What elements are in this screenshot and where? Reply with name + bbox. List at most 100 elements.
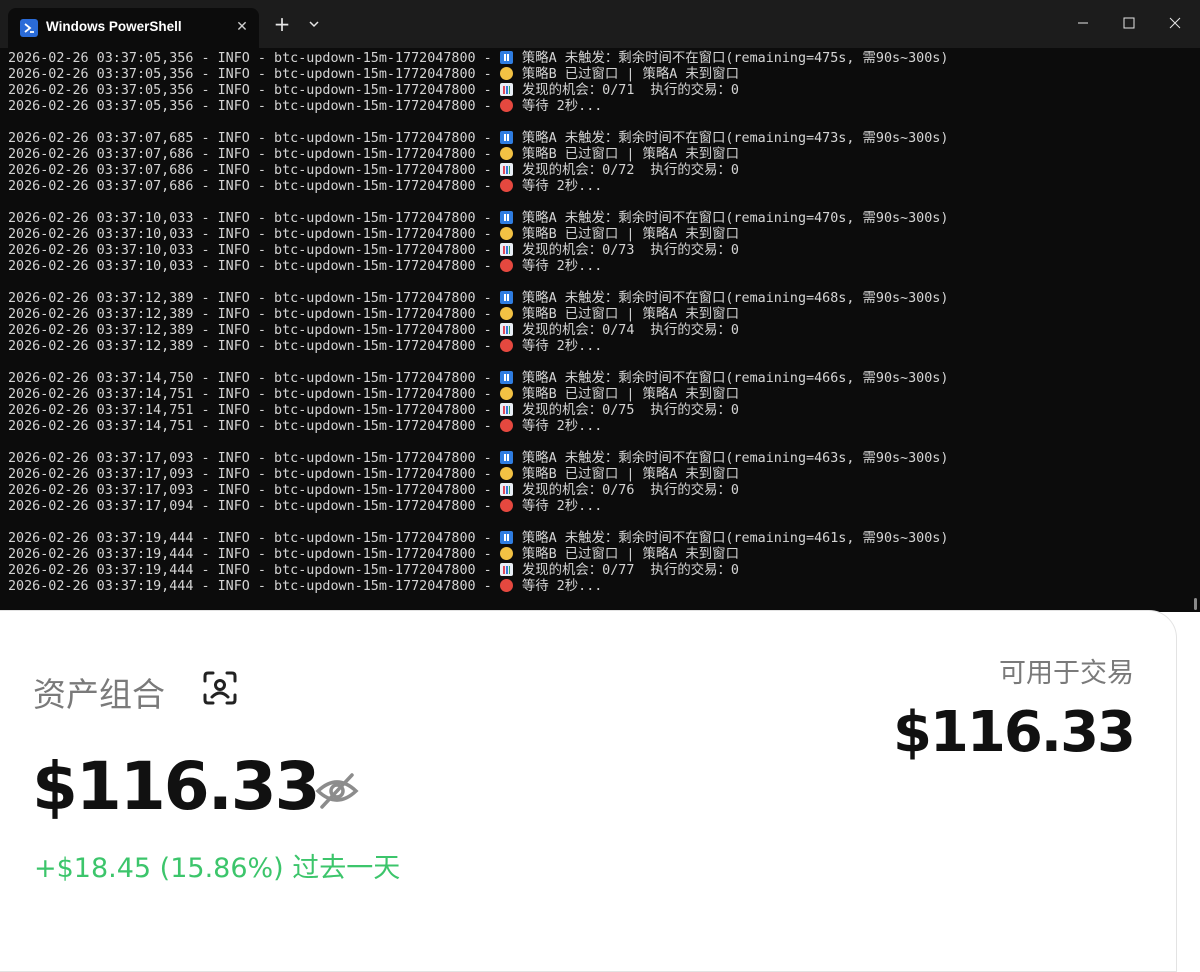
pause-emoji-icon (499, 371, 513, 384)
chart-emoji-icon (499, 563, 513, 576)
log-prefix: 2026-02-26 03:37:14,750 - INFO - btc-upd… (8, 371, 500, 386)
pause-emoji-icon (499, 451, 513, 464)
log-message: 策略A 未触发：剩余时间不在窗口(remaining=475s, 需90s~30… (513, 51, 949, 66)
log-line: 2026-02-26 03:37:14,751 - INFO - btc-upd… (8, 387, 948, 403)
log-blank-line (8, 515, 948, 531)
log-prefix: 2026-02-26 03:37:10,033 - INFO - btc-upd… (8, 211, 500, 226)
log-line: 2026-02-26 03:37:14,751 - INFO - btc-upd… (8, 419, 948, 435)
minimize-icon[interactable] (1060, 8, 1106, 38)
chart-emoji-icon (499, 163, 513, 176)
log-line: 2026-02-26 03:37:12,389 - INFO - btc-upd… (8, 323, 948, 339)
log-message: 发现的机会：0/76 执行的交易：0 (513, 483, 739, 498)
plus-icon[interactable]: + (270, 12, 294, 36)
log-prefix: 2026-02-26 03:37:12,389 - INFO - btc-upd… (8, 339, 500, 354)
log-prefix: 2026-02-26 03:37:10,033 - INFO - btc-upd… (8, 227, 500, 242)
log-line: 2026-02-26 03:37:19,444 - INFO - btc-upd… (8, 563, 948, 579)
available-value: $116.33 (892, 700, 1136, 765)
alarm-emoji-icon (499, 99, 513, 112)
log-prefix: 2026-02-26 03:37:05,356 - INFO - btc-upd… (8, 67, 500, 82)
scrollbar-thumb[interactable] (1194, 598, 1197, 610)
chart-emoji-icon (499, 483, 513, 496)
log-blank-line (8, 195, 948, 211)
log-message: 等待 2秒... (513, 99, 603, 114)
log-message: 策略B 已过窗口 | 策略A 未到窗口 (513, 147, 739, 162)
pause-emoji-icon (499, 211, 513, 224)
chart-emoji-icon (499, 403, 513, 416)
log-blank-line (8, 275, 948, 291)
tab-title: Windows PowerShell (46, 19, 182, 34)
clock-emoji-icon (499, 307, 513, 320)
log-prefix: 2026-02-26 03:37:14,751 - INFO - btc-upd… (8, 403, 500, 418)
log-message: 策略B 已过窗口 | 策略A 未到窗口 (513, 307, 739, 322)
title-bar: Windows PowerShell ✕ + (0, 0, 1200, 48)
log-prefix: 2026-02-26 03:37:10,033 - INFO - btc-upd… (8, 259, 500, 274)
log-prefix: 2026-02-26 03:37:12,389 - INFO - btc-upd… (8, 307, 500, 322)
eye-off-icon[interactable] (314, 770, 360, 810)
log-prefix: 2026-02-26 03:37:17,093 - INFO - btc-upd… (8, 467, 500, 482)
log-prefix: 2026-02-26 03:37:10,033 - INFO - btc-upd… (8, 243, 500, 258)
log-line: 2026-02-26 03:37:05,356 - INFO - btc-upd… (8, 67, 948, 83)
terminal-output[interactable]: 2026-02-26 03:37:05,356 - INFO - btc-upd… (8, 51, 948, 595)
log-prefix: 2026-02-26 03:37:07,686 - INFO - btc-upd… (8, 179, 500, 194)
pause-emoji-icon (499, 51, 513, 64)
log-line: 2026-02-26 03:37:12,389 - INFO - btc-upd… (8, 291, 948, 307)
available-label: 可用于交易 (999, 658, 1134, 689)
tab-powershell[interactable]: Windows PowerShell ✕ (8, 8, 259, 48)
log-line: 2026-02-26 03:37:05,356 - INFO - btc-upd… (8, 51, 948, 67)
chart-emoji-icon (499, 323, 513, 336)
log-line: 2026-02-26 03:37:10,033 - INFO - btc-upd… (8, 243, 948, 259)
clock-emoji-icon (499, 547, 513, 560)
log-message: 等待 2秒... (513, 419, 603, 434)
log-message: 策略A 未触发：剩余时间不在窗口(remaining=473s, 需90s~30… (513, 131, 949, 146)
log-prefix: 2026-02-26 03:37:19,444 - INFO - btc-upd… (8, 579, 500, 594)
log-prefix: 2026-02-26 03:37:19,444 - INFO - btc-upd… (8, 531, 500, 546)
log-message: 发现的机会：0/73 执行的交易：0 (513, 243, 739, 258)
log-line: 2026-02-26 03:37:17,093 - INFO - btc-upd… (8, 483, 948, 499)
portfolio-balance: $116.33 (32, 748, 321, 825)
log-line: 2026-02-26 03:37:10,033 - INFO - btc-upd… (8, 259, 948, 275)
terminal-window: Windows PowerShell ✕ + 2026-02-26 03:37:… (0, 0, 1200, 612)
log-prefix: 2026-02-26 03:37:05,356 - INFO - btc-upd… (8, 83, 500, 98)
chart-emoji-icon (499, 83, 513, 96)
log-prefix: 2026-02-26 03:37:17,093 - INFO - btc-upd… (8, 451, 500, 466)
log-message: 发现的机会：0/75 执行的交易：0 (513, 403, 739, 418)
pause-emoji-icon (499, 291, 513, 304)
alarm-emoji-icon (499, 339, 513, 352)
maximize-icon[interactable] (1106, 8, 1152, 38)
log-prefix: 2026-02-26 03:37:05,356 - INFO - btc-upd… (8, 99, 500, 114)
log-line: 2026-02-26 03:37:07,686 - INFO - btc-upd… (8, 163, 948, 179)
log-prefix: 2026-02-26 03:37:14,751 - INFO - btc-upd… (8, 387, 500, 402)
log-line: 2026-02-26 03:37:12,389 - INFO - btc-upd… (8, 339, 948, 355)
log-message: 等待 2秒... (513, 179, 603, 194)
alarm-emoji-icon (499, 419, 513, 432)
log-prefix: 2026-02-26 03:37:07,685 - INFO - btc-upd… (8, 131, 500, 146)
log-prefix: 2026-02-26 03:37:12,389 - INFO - btc-upd… (8, 291, 500, 306)
pause-emoji-icon (499, 531, 513, 544)
log-line: 2026-02-26 03:37:05,356 - INFO - btc-upd… (8, 99, 948, 115)
log-line: 2026-02-26 03:37:14,750 - INFO - btc-upd… (8, 371, 948, 387)
log-message: 策略A 未触发：剩余时间不在窗口(remaining=466s, 需90s~30… (513, 371, 949, 386)
log-line: 2026-02-26 03:37:07,686 - INFO - btc-upd… (8, 147, 948, 163)
log-message: 等待 2秒... (513, 259, 603, 274)
close-icon[interactable]: ✕ (233, 18, 251, 36)
log-message: 策略A 未触发：剩余时间不在窗口(remaining=461s, 需90s~30… (513, 531, 949, 546)
log-line: 2026-02-26 03:37:17,093 - INFO - btc-upd… (8, 451, 948, 467)
pause-emoji-icon (499, 131, 513, 144)
log-message: 策略A 未触发：剩余时间不在窗口(remaining=463s, 需90s~30… (513, 451, 949, 466)
alarm-emoji-icon (499, 259, 513, 272)
log-blank-line (8, 115, 948, 131)
window-close-icon[interactable] (1152, 8, 1198, 38)
log-prefix: 2026-02-26 03:37:07,686 - INFO - btc-upd… (8, 163, 500, 178)
log-line: 2026-02-26 03:37:19,444 - INFO - btc-upd… (8, 531, 948, 547)
log-message: 策略A 未触发：剩余时间不在窗口(remaining=470s, 需90s~30… (513, 211, 949, 226)
log-line: 2026-02-26 03:37:12,389 - INFO - btc-upd… (8, 307, 948, 323)
scan-icon[interactable] (202, 670, 238, 706)
clock-emoji-icon (499, 227, 513, 240)
chevron-down-icon[interactable] (302, 12, 326, 36)
log-blank-line (8, 435, 948, 451)
log-prefix: 2026-02-26 03:37:17,094 - INFO - btc-upd… (8, 499, 500, 514)
log-message: 等待 2秒... (513, 339, 603, 354)
portfolio-change: +$18.45 (15.86%) 过去一天 (34, 853, 401, 884)
log-prefix: 2026-02-26 03:37:19,444 - INFO - btc-upd… (8, 547, 500, 562)
alarm-emoji-icon (499, 179, 513, 192)
